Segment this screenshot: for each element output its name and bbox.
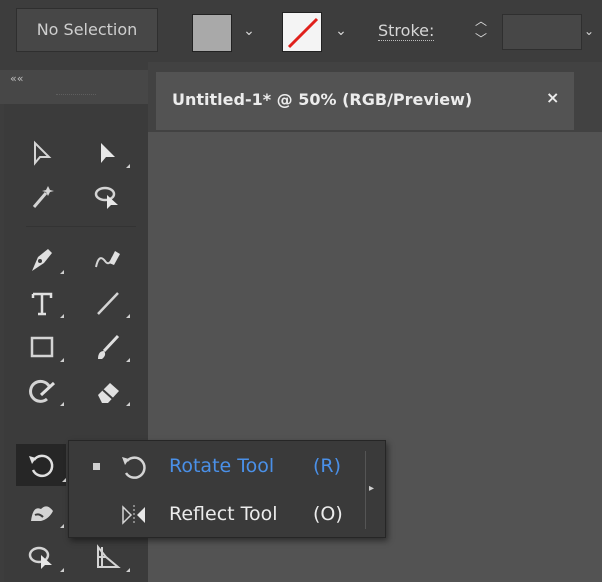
pen-tool[interactable] [20, 240, 64, 278]
selection-status: No Selection [16, 8, 158, 52]
stroke-weight-dropdown-icon[interactable]: ⌄ [584, 20, 600, 42]
magic-wand-tool[interactable] [20, 178, 64, 216]
document-tab[interactable]: Untitled-1* @ 50% (RGB/Preview) × [156, 72, 574, 130]
close-icon[interactable]: × [546, 88, 559, 107]
shaper-tool[interactable] [20, 372, 64, 410]
direct-selection-tool[interactable] [86, 134, 130, 172]
type-t-icon [31, 292, 53, 316]
eraser-icon [98, 383, 119, 403]
flyout-item-label: Reflect Tool [169, 503, 278, 525]
flyout-item-shortcut: (O) [313, 503, 343, 525]
stroke-label[interactable]: Stroke: [378, 22, 435, 41]
arrow-outline-icon [34, 140, 52, 166]
selection-tool[interactable] [20, 134, 64, 172]
shaper-icon [29, 379, 56, 403]
spinner-up-icon[interactable]: ︿ [464, 12, 498, 30]
control-bar: No Selection ⌄ ⌄ Stroke: ︿ ﹀ ⌄ [0, 0, 602, 63]
perspective-grid-icon [97, 544, 121, 568]
spinner-down-icon[interactable]: ﹀ [464, 30, 498, 48]
paintbrush-tool[interactable] [86, 328, 130, 366]
magic-wand-icon [32, 186, 54, 208]
lasso-icon [94, 186, 118, 209]
pen-nib-icon [32, 249, 52, 271]
flyout-divider [365, 451, 366, 529]
toolbar-grip[interactable] [56, 94, 96, 98]
free-transform-tool[interactable] [20, 538, 64, 576]
lasso-tool[interactable] [86, 178, 130, 216]
fill-color-swatch[interactable] [192, 14, 232, 52]
tool-flyout-menu: Rotate Tool (R) Reflect Tool (O) ▸ [68, 440, 386, 538]
perspective-grid-tool[interactable] [86, 538, 130, 576]
flyout-item-shortcut: (R) [313, 455, 342, 477]
curvature-tool[interactable] [86, 240, 130, 278]
rectangle-tool[interactable] [20, 328, 64, 366]
stroke-color-swatch[interactable] [282, 12, 322, 52]
paintbrush-icon [98, 334, 120, 359]
rotate-icon [29, 454, 54, 478]
reflect-icon [122, 505, 145, 525]
stroke-weight-field[interactable] [502, 14, 582, 50]
warp-tool[interactable] [20, 494, 64, 532]
eraser-tool[interactable] [86, 372, 130, 410]
current-tool-indicator [93, 463, 100, 470]
fill-dropdown-icon[interactable]: ⌄ [240, 20, 258, 42]
curvature-pen-icon [95, 251, 120, 268]
stroke-dropdown-icon[interactable]: ⌄ [332, 20, 350, 42]
free-transform-icon [28, 546, 52, 569]
line-icon [97, 292, 119, 315]
document-title: Untitled-1* @ 50% (RGB/Preview) [172, 90, 473, 109]
arrow-filled-icon [101, 143, 115, 163]
tearoff-icon[interactable]: ▸ [369, 483, 374, 494]
tool-group-divider [26, 226, 136, 227]
collapse-panel-icon[interactable]: «« [10, 72, 23, 85]
line-segment-tool[interactable] [86, 284, 130, 322]
flyout-item-rotate[interactable]: Rotate Tool (R) [69, 443, 365, 491]
rectangle-icon [30, 336, 54, 358]
warp-finger-icon [31, 506, 53, 521]
stroke-weight-spinner[interactable]: ︿ ﹀ [464, 12, 498, 52]
type-tool[interactable] [20, 284, 64, 322]
rotate-icon [122, 456, 146, 479]
flyout-item-label: Rotate Tool [169, 455, 275, 477]
no-stroke-icon [287, 17, 319, 49]
flyout-item-reflect[interactable]: Reflect Tool (O) [69, 491, 365, 539]
rotate-tool[interactable] [16, 444, 66, 486]
